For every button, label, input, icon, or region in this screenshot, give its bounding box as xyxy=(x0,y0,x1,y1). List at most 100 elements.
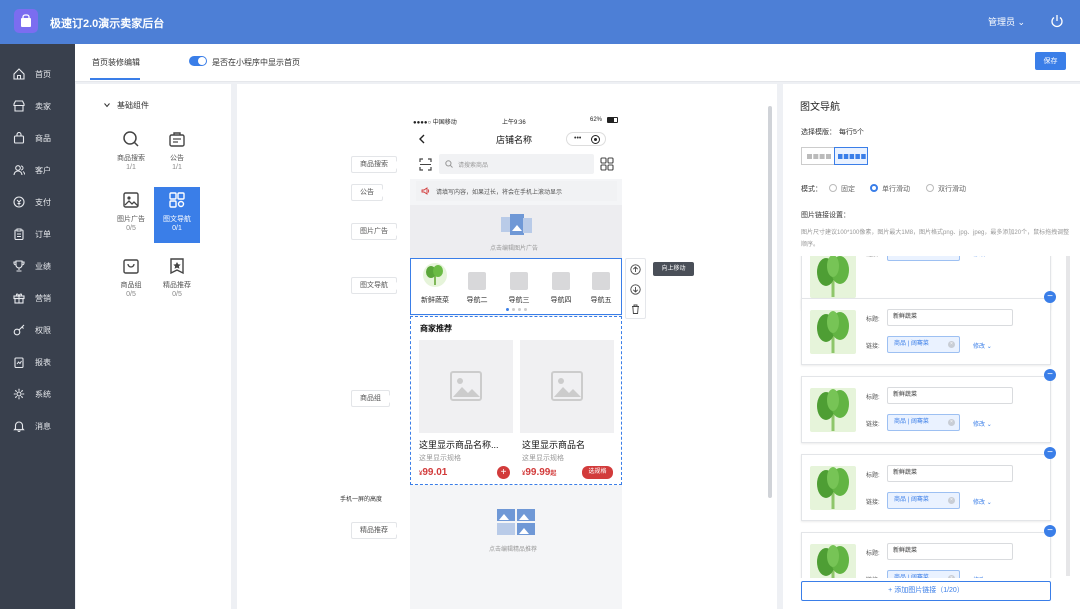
label-grid-nav[interactable]: 图文导航 xyxy=(351,277,401,294)
sidebar-item-11[interactable]: 消息 xyxy=(0,412,75,440)
back-arrow-icon[interactable] xyxy=(418,134,426,144)
user-menu[interactable]: 管理员 ⌄ xyxy=(988,15,1025,28)
component-goods-group[interactable]: 商品组 0/5 xyxy=(108,253,154,309)
label-recommend[interactable]: 精品推荐 xyxy=(351,522,401,539)
move-up-icon[interactable] xyxy=(630,264,641,275)
grid-nav-icon xyxy=(169,192,185,208)
link-tag[interactable]: 商品 | 阔骞菜× xyxy=(887,256,960,261)
sidebar-item-2[interactable]: 商品 xyxy=(0,124,75,152)
trophy-icon xyxy=(13,260,25,272)
power-icon[interactable] xyxy=(1050,14,1064,28)
component-grid-nav[interactable]: 图文导航 0/1 xyxy=(154,187,200,243)
sidebar-item-8[interactable]: 权限 xyxy=(0,316,75,344)
goods-image-placeholder xyxy=(419,340,513,433)
component-notice[interactable]: 公告 1/1 xyxy=(154,126,200,182)
component-image-ad[interactable]: 图片广告 0/5 xyxy=(108,187,154,243)
remove-card-button[interactable]: − xyxy=(1044,291,1056,303)
link-card[interactable]: 标题: 新鲜蔬菜链接: 商品 | 阔骞菜× 修改 ⌄ xyxy=(801,298,1051,365)
label-goods-group[interactable]: 商品组 xyxy=(351,390,394,407)
sidebar-item-label: 商品 xyxy=(35,133,51,143)
link-card[interactable]: 标题: 新鲜蔬菜链接: 商品 | 阔骞菜× 修改 ⌄ xyxy=(801,454,1051,521)
search-input[interactable]: 请搜索商品 xyxy=(439,154,594,174)
chevron-down-icon[interactable] xyxy=(104,102,110,108)
five-dots-icon xyxy=(838,154,866,159)
sidebar-item-10[interactable]: 系统 xyxy=(0,380,75,408)
link-card[interactable]: 标题: 新鲜蔬菜链接: 商品 | 阔骞菜× 修改 ⌄ xyxy=(801,532,1051,578)
link-tag[interactable]: 商品 | 阔骞菜× xyxy=(887,492,960,509)
mode-radio-single-scroll[interactable] xyxy=(870,184,878,192)
link-tag[interactable]: 商品 | 阔骞菜× xyxy=(887,414,960,431)
close-icon[interactable]: × xyxy=(948,341,955,348)
title-input[interactable]: 新鲜蔬菜 xyxy=(887,387,1013,404)
sidebar-item-1[interactable]: 卖家 xyxy=(0,92,75,120)
select-spec-button[interactable]: 选规格 xyxy=(582,466,613,479)
list-scrollbar[interactable] xyxy=(1066,256,1070,576)
sidebar-item-label: 支付 xyxy=(35,197,51,207)
nav-image-placeholder xyxy=(592,272,610,290)
carousel-dots xyxy=(506,308,527,311)
modify-link-button[interactable]: 修改 ⌄ xyxy=(973,419,992,428)
link-tag[interactable]: 商品 | 阔骞菜× xyxy=(887,336,960,353)
modify-link-button[interactable]: 修改 ⌄ xyxy=(973,497,992,506)
label-notice[interactable]: 公告 xyxy=(351,184,387,201)
phone-nav-bar: 店铺名称 ••• xyxy=(410,127,622,151)
sidebar-item-6[interactable]: 业绩 xyxy=(0,252,75,280)
template-4-per-row[interactable] xyxy=(801,147,835,165)
label-image-ad[interactable]: 图片广告 xyxy=(351,223,401,240)
add-to-cart-button[interactable]: + xyxy=(497,466,510,479)
sidebar-item-label: 报表 xyxy=(35,357,51,367)
notice-bar[interactable]: 请填写内容，如果过长，将会在手机上滚动显示 xyxy=(416,181,617,201)
image-ad-area[interactable]: 点击编辑图片广告 xyxy=(410,205,622,258)
sidebar-item-3[interactable]: 客户 xyxy=(0,156,75,184)
component-goods-search[interactable]: 商品搜索 1/1 xyxy=(108,126,154,182)
title-input[interactable]: 新鲜蔬菜 xyxy=(887,543,1013,560)
modify-link-button[interactable]: 修改 ⌄ xyxy=(973,341,992,350)
four-dots-icon xyxy=(807,154,831,159)
template-5-per-row[interactable] xyxy=(834,147,868,165)
component-recommend[interactable]: 精品推荐 0/5 xyxy=(154,253,200,309)
move-down-icon[interactable] xyxy=(630,284,641,295)
sidebar-item-7[interactable]: 营销 xyxy=(0,284,75,312)
mode-radio-fixed[interactable] xyxy=(829,184,837,192)
link-tag[interactable]: 商品 | 阔骞菜× xyxy=(887,570,960,578)
panel-title: 图文导航 xyxy=(800,102,840,113)
category-grid-icon[interactable] xyxy=(600,157,614,171)
mode-radio-double-scroll[interactable] xyxy=(926,184,934,192)
close-icon[interactable]: × xyxy=(948,419,955,426)
close-icon[interactable]: × xyxy=(948,497,955,504)
veg-thumbnail xyxy=(810,544,856,578)
title-input[interactable]: 新鲜蔬菜 xyxy=(887,465,1013,482)
app-title: 极速订2.0演示卖家后台 xyxy=(50,18,165,30)
scan-icon[interactable] xyxy=(419,158,432,171)
capsule-menu[interactable]: ••• xyxy=(566,132,606,146)
goods-image-placeholder xyxy=(520,340,614,433)
link-card[interactable]: 标题: 新鲜蔬菜链接: 商品 | 阔骞菜× 修改 ⌄ xyxy=(801,376,1051,443)
wallet-icon xyxy=(13,196,25,208)
canvas-scrollbar[interactable] xyxy=(768,106,772,498)
sidebar-item-5[interactable]: 订单 xyxy=(0,220,75,248)
sidebar-item-9[interactable]: 报表 xyxy=(0,348,75,376)
tab-home-editor[interactable]: 首页装修编辑 xyxy=(92,57,140,68)
label-goods-search[interactable]: 商品搜索 xyxy=(351,156,401,173)
goods-price: ¥99.01 xyxy=(419,467,448,478)
close-icon[interactable]: × xyxy=(948,575,955,578)
show-home-toggle[interactable] xyxy=(189,56,207,66)
goods-group-block[interactable]: 商家推荐 这里显示商品名称... 这里显示商品名 这里显示规格 这里显示规格 ¥… xyxy=(410,316,622,485)
grid-nav-selected[interactable]: 新鲜蔬菜 导航二 导航三 导航四 导航五 xyxy=(410,258,622,315)
link-settings-label: 图片链接设置： xyxy=(801,212,850,219)
remove-card-button[interactable]: − xyxy=(1044,369,1056,381)
modify-link-button[interactable]: 修改 ⌄ xyxy=(973,256,992,258)
sidebar-item-0[interactable]: 首页 xyxy=(0,60,75,88)
recommend-area[interactable]: 点击编辑精品推荐 xyxy=(410,486,622,609)
modify-link-button[interactable]: 修改 ⌄ xyxy=(973,575,992,578)
remove-card-button[interactable]: − xyxy=(1044,447,1056,459)
trash-icon[interactable] xyxy=(631,304,640,314)
sidebar-item-label: 客户 xyxy=(35,165,51,175)
show-home-label: 是否在小程序中显示首页 xyxy=(212,58,300,67)
remove-card-button[interactable]: − xyxy=(1044,525,1056,537)
add-image-link-button[interactable]: + 添加图片链接（1/20） xyxy=(801,581,1051,601)
goods-spec: 这里显示规格 xyxy=(419,455,461,462)
title-input[interactable]: 新鲜蔬菜 xyxy=(887,309,1013,326)
save-button[interactable]: 保存 xyxy=(1035,52,1066,70)
sidebar-item-4[interactable]: 支付 xyxy=(0,188,75,216)
